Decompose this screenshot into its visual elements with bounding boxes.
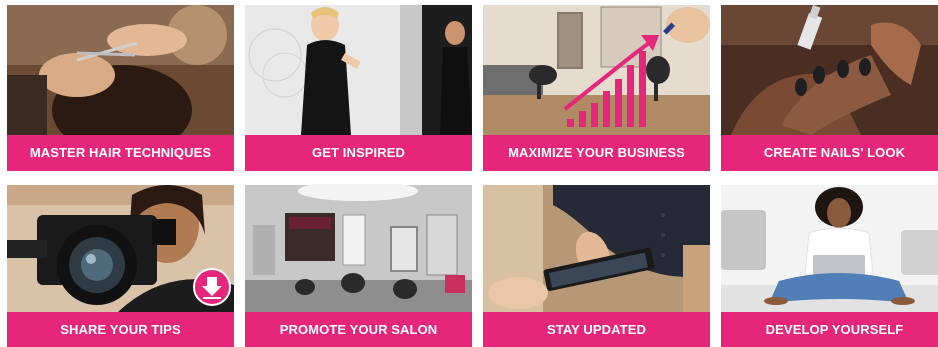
tile-label: DEVELOP YOURSELF — [721, 312, 938, 347]
salon-interior-photo — [245, 184, 472, 312]
tile-share-your-tips[interactable]: SHARE YOUR TIPS — [7, 184, 234, 347]
tile-label: SHARE YOUR TIPS — [7, 312, 234, 347]
category-tile-grid: MASTER HAIR TECHNIQUES GET INSPIRED MAXI… — [0, 0, 938, 347]
tile-label: GET INSPIRED — [245, 135, 472, 171]
tile-create-nails-look[interactable]: CREATE NAILS' LOOK — [721, 5, 938, 171]
tile-label: CREATE NAILS' LOOK — [721, 135, 938, 171]
tile-maximize-your-business[interactable]: MAXIMIZE YOUR BUSINESS — [483, 5, 710, 171]
tablet-in-hands-photo — [483, 184, 710, 312]
fashion-model-photo — [245, 5, 472, 135]
tile-label: PROMOTE YOUR SALON — [245, 312, 472, 347]
tile-develop-yourself[interactable]: DEVELOP YOURSELF — [721, 184, 938, 347]
salon-growth-chart-photo — [483, 5, 710, 135]
tile-master-hair-techniques[interactable]: MASTER HAIR TECHNIQUES — [7, 5, 234, 171]
tile-label: MAXIMIZE YOUR BUSINESS — [483, 135, 710, 171]
download-arrow-icon[interactable] — [193, 268, 231, 306]
woman-with-laptop-photo — [721, 184, 938, 312]
tile-get-inspired[interactable]: GET INSPIRED — [245, 5, 472, 171]
hairdresser-cutting-hair-photo — [7, 5, 234, 135]
tile-label: MASTER HAIR TECHNIQUES — [7, 135, 234, 171]
tile-label: STAY UPDATED — [483, 312, 710, 347]
nail-painting-photo — [721, 5, 938, 135]
tile-promote-your-salon[interactable]: PROMOTE YOUR SALON — [245, 184, 472, 347]
tile-stay-updated[interactable]: STAY UPDATED — [483, 184, 710, 347]
